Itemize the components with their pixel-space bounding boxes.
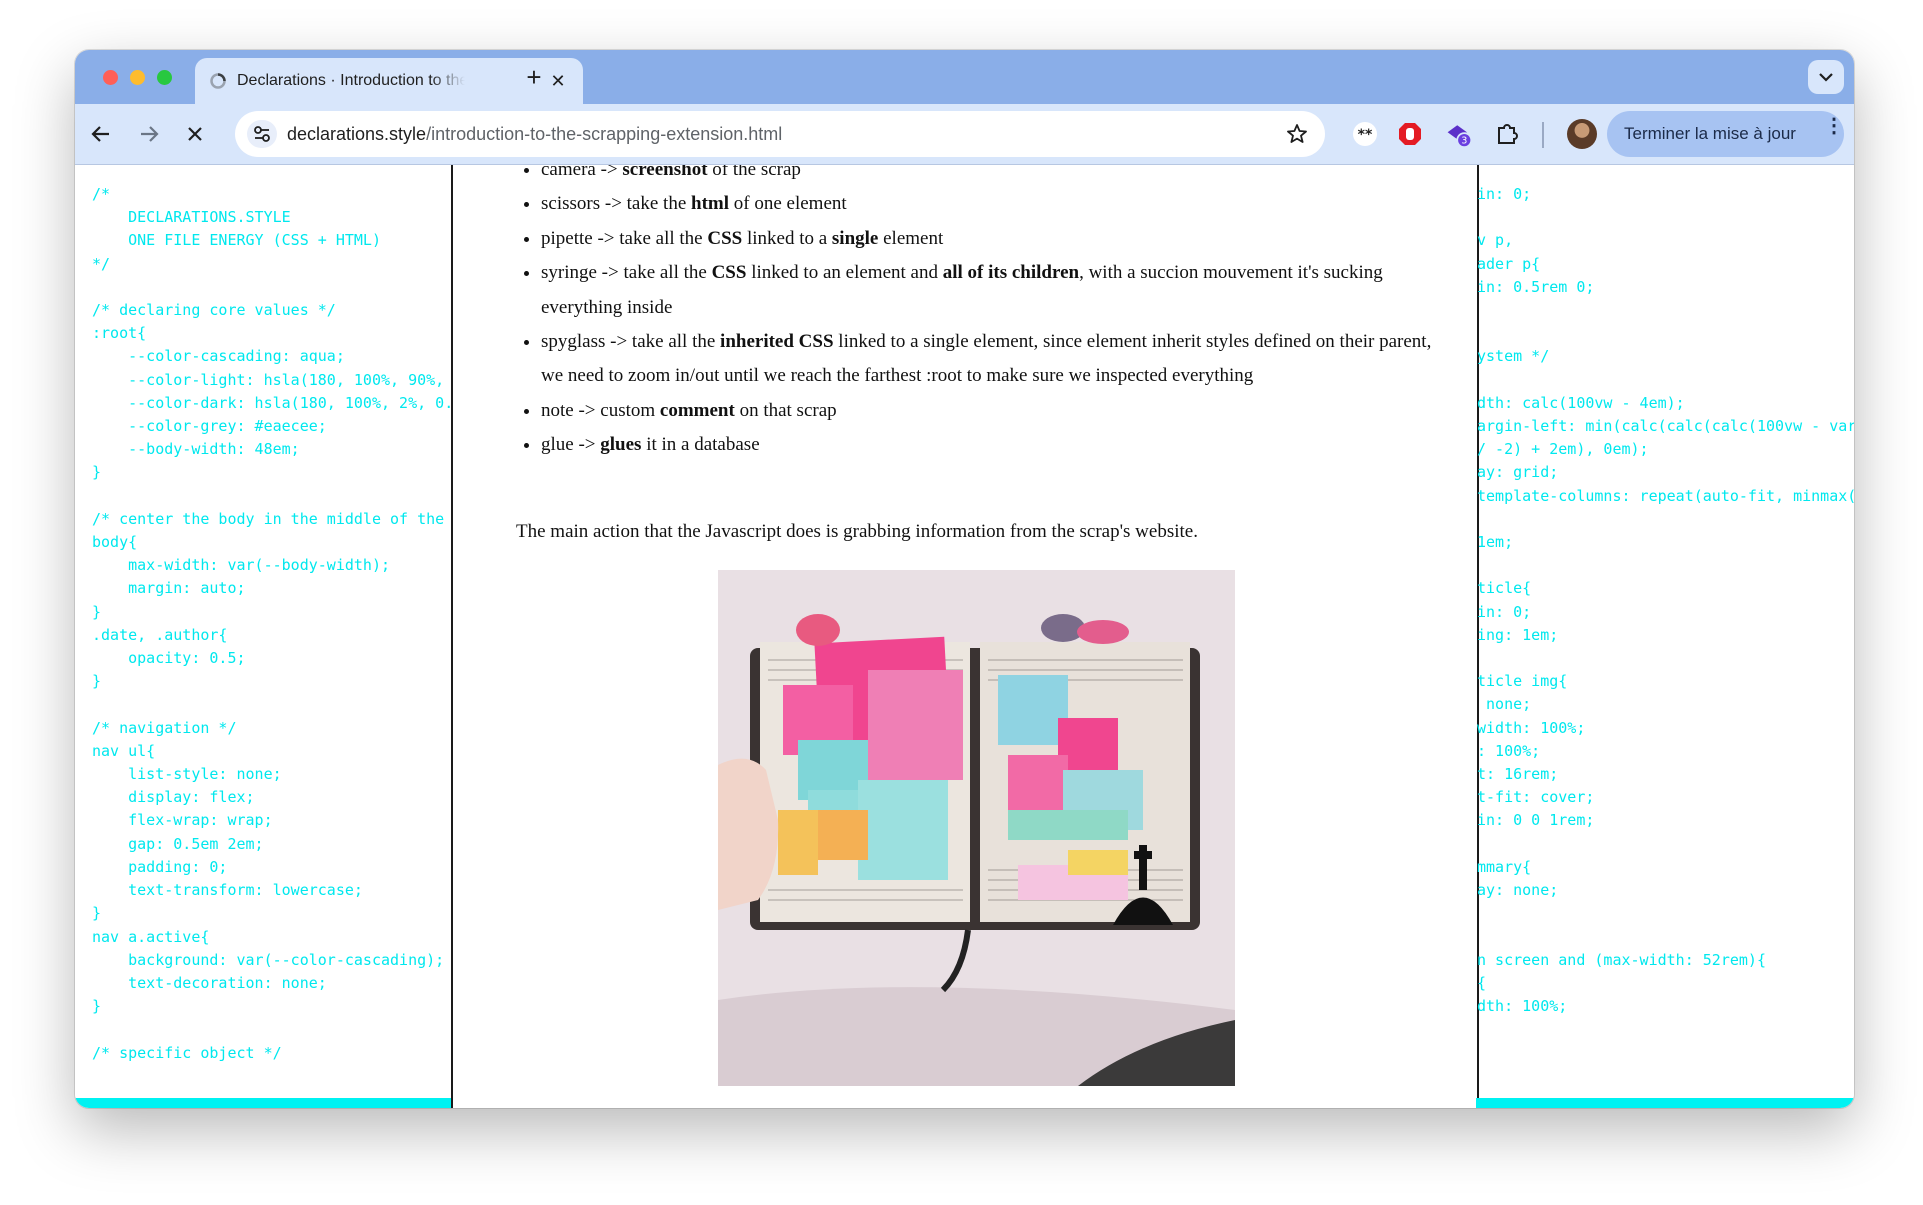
puzzle-icon[interactable] — [1493, 120, 1521, 148]
browser-window: Declarations · Introduction to the scrap… — [75, 50, 1854, 1108]
tab-strip: Declarations · Introduction to the scrap… — [75, 50, 1854, 104]
profile-avatar[interactable] — [1567, 119, 1597, 149]
new-tab-button[interactable]: + — [520, 64, 548, 92]
url-path: /introduction-to-the-scrapping-extension… — [426, 124, 783, 144]
left-code-panel: /* DECLARATIONS.STYLE ONE FILE ENERGY (C… — [75, 165, 451, 1108]
tab-title: Declarations · Introduction to the scrap… — [237, 72, 465, 89]
page-content: /* DECLARATIONS.STYLE ONE FILE ENERGY (C… — [75, 165, 1854, 1108]
stars-extension-icon[interactable]: ** — [1351, 120, 1379, 148]
close-window-button[interactable] — [103, 70, 118, 85]
extension-badge-icon[interactable]: 3 — [1445, 120, 1473, 148]
bookmark-star-icon[interactable] — [1285, 122, 1309, 146]
list-item: syringe -> take all the CSS linked to an… — [541, 256, 1441, 325]
scrapbook-photo — [718, 570, 1235, 1086]
tab-close-icon[interactable]: ✕ — [547, 70, 569, 92]
list-item: note -> custom comment on that scrap — [541, 394, 1441, 428]
more-options-icon[interactable]: ⋮ — [1824, 116, 1844, 136]
chevron-down-icon — [1819, 73, 1833, 82]
left-accent-bar — [75, 1098, 451, 1108]
right-css-source: in: 0; v p, ader p{ in: 0.5rem 0; ystem … — [1477, 185, 1854, 1016]
finish-update-button[interactable]: Terminer la mise à jour ⋮ — [1607, 111, 1844, 157]
article-body: camera -> screenshot of the scrap scisso… — [451, 165, 1479, 1108]
toolbar: declarations.style/introduction-to-the-s… — [75, 104, 1854, 165]
left-css-source: /* DECLARATIONS.STYLE ONE FILE ENERGY (C… — [92, 185, 451, 1062]
tune-icon — [254, 126, 270, 142]
svg-text:**: ** — [1358, 127, 1373, 143]
address-bar[interactable]: declarations.style/introduction-to-the-s… — [235, 111, 1325, 157]
back-icon[interactable] — [87, 120, 115, 148]
tab-search-button[interactable] — [1808, 60, 1844, 94]
finish-update-label: Terminer la mise à jour — [1624, 124, 1796, 143]
maximize-window-button[interactable] — [157, 70, 172, 85]
forward-icon[interactable] — [135, 120, 163, 148]
right-code-panel: in: 0; v p, ader p{ in: 0.5rem 0; ystem … — [1476, 165, 1854, 1108]
adblock-icon[interactable] — [1396, 120, 1424, 148]
url-text: declarations.style/introduction-to-the-s… — [287, 124, 782, 145]
list-item: glue -> glues it in a database — [541, 428, 1441, 462]
minimize-window-button[interactable] — [130, 70, 145, 85]
stop-loading-icon[interactable] — [181, 120, 209, 148]
extension-badge-count: 3 — [1461, 136, 1467, 147]
toolbar-separator — [1542, 122, 1544, 148]
right-accent-bar — [1476, 1098, 1854, 1108]
list-item: scissors -> take the html of one element — [541, 187, 1441, 221]
main-paragraph: The main action that the Javascript does… — [516, 521, 1198, 542]
site-info-button[interactable] — [247, 120, 277, 148]
loading-icon — [210, 73, 226, 89]
list-item: spyglass -> take all the inherited CSS l… — [541, 325, 1441, 394]
url-host: declarations.style — [287, 124, 427, 144]
list-item: camera -> screenshot of the scrap — [541, 165, 1441, 187]
list-item: pipette -> take all the CSS linked to a … — [541, 222, 1441, 256]
tool-list: camera -> screenshot of the scrap scisso… — [513, 165, 1441, 463]
